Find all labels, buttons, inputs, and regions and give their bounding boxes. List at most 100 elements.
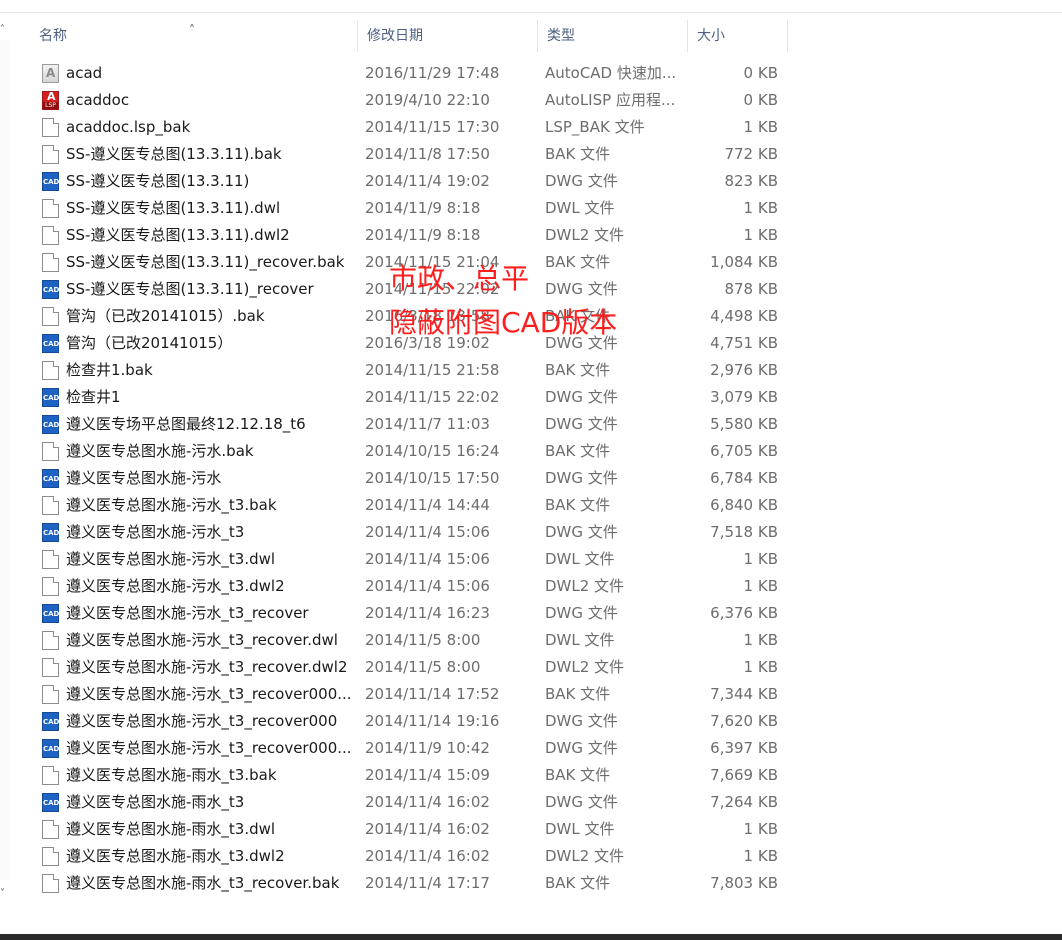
dwg-file-icon (42, 469, 59, 488)
taskbar-edge (0, 934, 1062, 940)
file-row[interactable]: 检查井1 2014/11/15 22:02 DWG 文件 3,079 KB (30, 384, 790, 411)
file-type: BAK 文件 (545, 442, 611, 460)
file-name: 遵义医专总图水施-污水_t3.bak (66, 496, 277, 514)
file-name: 管沟（已改20141015）.bak (66, 307, 265, 325)
dwg-file-icon (42, 334, 59, 353)
file-row[interactable]: SS-遵义医专总图(13.3.11) 2014/11/4 19:02 DWG 文件 8… (30, 168, 790, 195)
file-row[interactable]: SS-遵义医专总图(13.3.11).dwl2 2014/11/9 8:18 DWL… (30, 222, 790, 249)
file-modified-date: 2014/11/5 8:00 (365, 631, 481, 649)
column-header-bar: 名称 ˄ 修改日期 类型 大小 (30, 20, 790, 52)
file-row[interactable]: SS-遵义医专总图(13.3.11)_recover 2014/11/15 22:… (30, 276, 790, 303)
file-name: SS-遵义医专总图(13.3.11).dwl (66, 199, 281, 217)
file-name: SS-遵义医专总图(13.3.11)_recover.bak (66, 253, 345, 271)
dwg-file-icon (42, 388, 59, 407)
file-row[interactable]: 遵义医专总图水施-污水_t3.dwl2 2014/11/4 15:06 DWL2 文… (30, 573, 790, 600)
file-modified-date: 2014/11/4 16:02 (365, 820, 490, 838)
generic-file-icon (42, 199, 59, 218)
file-row[interactable]: acaddoc.lsp_bak 2014/11/15 17:30 LSP_BAK 文… (30, 114, 790, 141)
file-row[interactable]: SS-遵义医专总图(13.3.11)_recover.bak 2014/11/15… (30, 249, 790, 276)
file-size: 7,620 KB (710, 712, 778, 730)
file-name: 遵义医专总图水施-污水_t3_recover000 (66, 712, 338, 730)
generic-file-icon (42, 874, 59, 893)
file-name: SS-遵义医专总图(13.3.11).bak (66, 145, 282, 163)
file-modified-date: 2014/11/4 16:02 (365, 793, 490, 811)
file-type: BAK 文件 (545, 766, 611, 784)
file-name: 检查井1.bak (66, 361, 153, 379)
file-name: acaddoc.lsp_bak (66, 118, 191, 136)
column-header-size[interactable]: 大小 (688, 20, 788, 52)
column-header-date-label: 修改日期 (367, 28, 423, 44)
file-modified-date: 2016/3/18 18:58 (365, 307, 490, 325)
file-row[interactable]: 遵义医专总图水施-污水_t3_recover 2014/11/4 16:23 DWG… (30, 600, 790, 627)
scroll-up-arrow-icon[interactable]: ˄ (0, 24, 5, 35)
file-row[interactable]: 管沟（已改20141015） 2016/3/18 19:02 DWG 文件 4,751… (30, 330, 790, 357)
file-type: BAK 文件 (545, 874, 611, 892)
sort-ascending-icon: ˄ (189, 23, 195, 37)
file-row[interactable]: 遵义医专总图水施-污水_t3.dwl 2014/11/4 15:06 DWL 文件 1… (30, 546, 790, 573)
dwg-file-icon (42, 712, 59, 731)
file-row[interactable]: 遵义医专场平总图最终12.12.18_t6 2014/11/7 11:03 DWG … (30, 411, 790, 438)
file-row[interactable]: 遵义医专总图水施-污水 2014/10/15 17:50 DWG 文件 6,784 K… (30, 465, 790, 492)
file-modified-date: 2014/11/4 15:06 (365, 523, 490, 541)
file-name: 遵义医专场平总图最终12.12.18_t6 (66, 415, 306, 433)
file-row[interactable]: 遵义医专总图水施-雨水_t3.dwl2 2014/11/4 16:02 DWL2 文… (30, 843, 790, 870)
file-name: acaddoc (66, 91, 130, 109)
file-modified-date: 2014/11/15 17:30 (365, 118, 500, 136)
scroll-down-arrow-icon[interactable]: ˅ (0, 888, 5, 899)
file-row[interactable]: 遵义医专总图水施-污水_t3_recover.dwl 2014/11/5 8:00… (30, 627, 790, 654)
file-row[interactable]: acaddoc 2019/4/10 22:10 AutoLISP 应用程... 0 K… (30, 87, 790, 114)
column-header-type-label: 类型 (547, 28, 575, 44)
file-size: 1 KB (743, 847, 778, 865)
file-size: 823 KB (724, 172, 778, 190)
file-row[interactable]: 遵义医专总图水施-污水.bak 2014/10/15 16:24 BAK 文件 6,7… (30, 438, 790, 465)
column-header-type[interactable]: 类型 (538, 20, 688, 52)
file-row[interactable]: 检查井1.bak 2014/11/15 21:58 BAK 文件 2,976 KB (30, 357, 790, 384)
dwg-file-icon (42, 793, 59, 812)
file-row[interactable]: 遵义医专总图水施-污水_t3_recover000... 2014/11/14 1… (30, 681, 790, 708)
file-type: DWL2 文件 (545, 847, 625, 865)
file-size: 1 KB (743, 658, 778, 676)
file-row[interactable]: 遵义医专总图水施-污水_t3.bak 2014/11/4 14:44 BAK 文件 6… (30, 492, 790, 519)
generic-file-icon (42, 766, 59, 785)
generic-file-icon (42, 631, 59, 650)
file-type: DWG 文件 (545, 469, 618, 487)
file-type: BAK 文件 (545, 361, 611, 379)
file-name: 遵义医专总图水施-雨水_t3_recover.bak (66, 874, 340, 892)
file-row[interactable]: 遵义医专总图水施-雨水_t3 2014/11/4 16:02 DWG 文件 7,264… (30, 789, 790, 816)
file-modified-date: 2014/11/5 8:00 (365, 658, 481, 676)
file-row[interactable]: 遵义医专总图水施-雨水_t3_recover.bak 2014/11/4 17:1… (30, 870, 790, 897)
file-size: 6,397 KB (710, 739, 778, 757)
file-size: 4,751 KB (710, 334, 778, 352)
file-row[interactable]: acad 2016/11/29 17:48 AutoCAD 快速加... 0 KB (30, 60, 790, 87)
file-size: 7,344 KB (710, 685, 778, 703)
vertical-scrollbar[interactable] (0, 40, 10, 880)
dwg-file-icon (42, 280, 59, 299)
file-type: BAK 文件 (545, 145, 611, 163)
file-row[interactable]: 遵义医专总图水施-污水_t3_recover.dwl2 2014/11/5 8:0… (30, 654, 790, 681)
generic-file-icon (42, 847, 59, 866)
file-size: 5,580 KB (710, 415, 778, 433)
file-row[interactable]: SS-遵义医专总图(13.3.11).dwl 2014/11/9 8:18 DWL … (30, 195, 790, 222)
file-row[interactable]: 遵义医专总图水施-污水_t3_recover000 2014/11/14 19:1… (30, 708, 790, 735)
column-header-date[interactable]: 修改日期 (358, 20, 538, 52)
file-row[interactable]: 遵义医专总图水施-雨水_t3.bak 2014/11/4 15:09 BAK 文件 7… (30, 762, 790, 789)
file-modified-date: 2014/11/4 16:23 (365, 604, 490, 622)
file-modified-date: 2014/11/7 11:03 (365, 415, 490, 433)
file-type: DWL2 文件 (545, 577, 625, 595)
generic-file-icon (42, 253, 59, 272)
autocad-shortcut-icon (42, 64, 59, 83)
file-type: DWG 文件 (545, 415, 618, 433)
column-header-name[interactable]: 名称 ˄ (30, 20, 358, 52)
file-type: AutoLISP 应用程... (545, 91, 676, 109)
file-row[interactable]: 遵义医专总图水施-雨水_t3.dwl 2014/11/4 16:02 DWL 文件 1… (30, 816, 790, 843)
file-name: 遵义医专总图水施-污水_t3_recover000... (66, 739, 352, 757)
file-name: 遵义医专总图水施-污水.bak (66, 442, 254, 460)
file-size: 1 KB (743, 226, 778, 244)
file-modified-date: 2014/11/4 15:09 (365, 766, 490, 784)
file-row[interactable]: 遵义医专总图水施-污水_t3 2014/11/4 15:06 DWG 文件 7,518… (30, 519, 790, 546)
file-size: 7,803 KB (710, 874, 778, 892)
file-row[interactable]: 遵义医专总图水施-污水_t3_recover000... 2014/11/9 10… (30, 735, 790, 762)
generic-file-icon (42, 226, 59, 245)
file-row[interactable]: 管沟（已改20141015）.bak 2016/3/18 18:58 BAK 文件 4… (30, 303, 790, 330)
file-row[interactable]: SS-遵义医专总图(13.3.11).bak 2014/11/8 17:50 BAK… (30, 141, 790, 168)
